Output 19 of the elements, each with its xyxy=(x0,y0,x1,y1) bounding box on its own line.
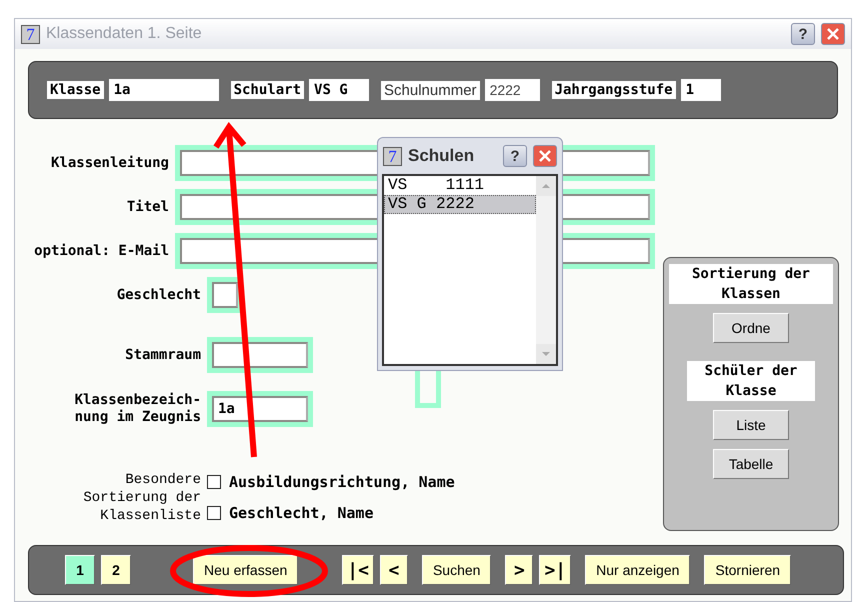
field-label: Klassenbezeich- nung im Zeugnis xyxy=(74,392,201,426)
field-label: Schulnummer xyxy=(381,80,480,100)
checkbox-label: Geschlecht, Name xyxy=(229,504,374,522)
field-label: Geschlecht xyxy=(116,286,201,304)
field-label: optional: E-Mail xyxy=(33,242,169,260)
app-icon: 7 xyxy=(21,24,40,44)
section-title: Sortierung der Klassen xyxy=(669,264,833,304)
window-title: Klassendaten 1. Seite xyxy=(46,25,203,43)
field-label: Schulart xyxy=(230,81,304,99)
popup-title: Schulen xyxy=(408,146,476,166)
checkbox-label: Ausbildungsrichtung, Name xyxy=(229,473,455,491)
sort-label: Besondere Sortierung der Klassenliste xyxy=(82,471,201,525)
field-label: Stammraum xyxy=(124,346,201,364)
field-label: Jahrgangsstufe xyxy=(552,81,676,99)
field-label: Klasse xyxy=(47,81,104,99)
field-label: Titel xyxy=(126,198,169,216)
section-title: Schüler der Klasse xyxy=(687,361,815,401)
app-icon: 7 xyxy=(383,146,402,166)
field-label: Klassenleitung xyxy=(50,154,169,172)
